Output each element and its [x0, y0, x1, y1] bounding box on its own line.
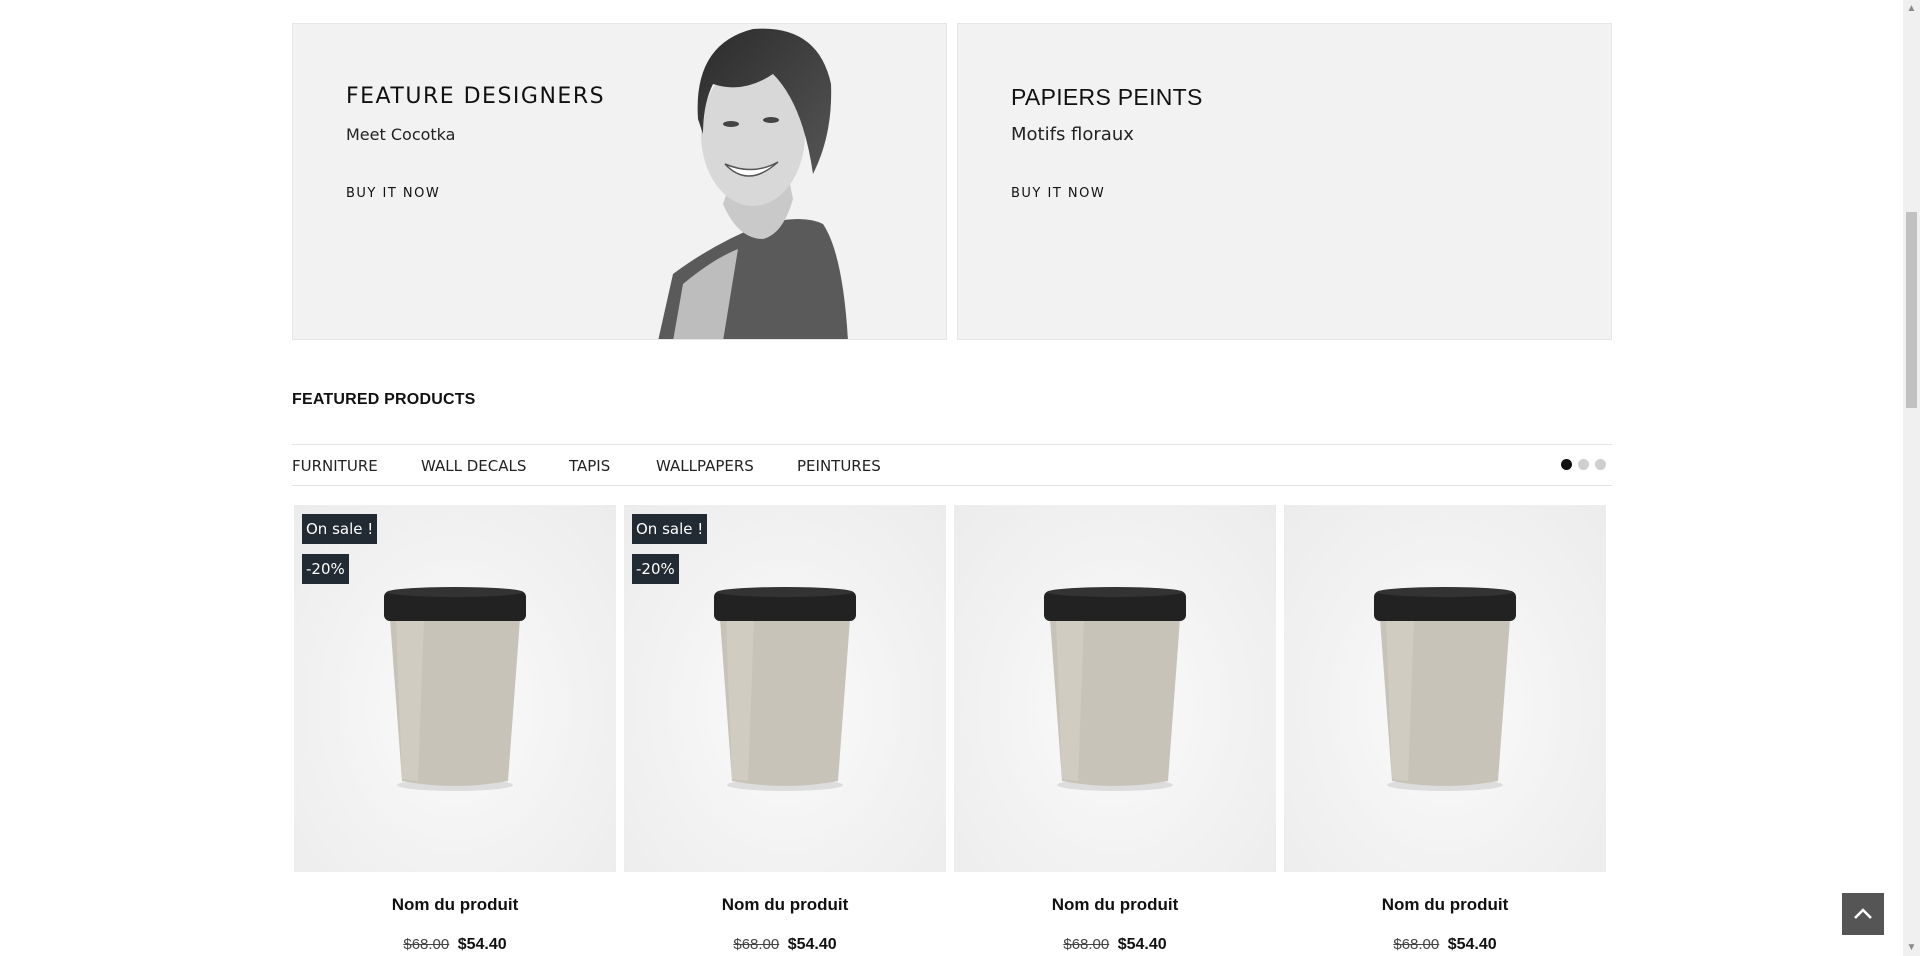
- tab-peintures[interactable]: PEINTURES: [797, 457, 881, 475]
- banner-title: PAPIERS PEINTS: [1011, 84, 1203, 110]
- product-name[interactable]: Nom du produit: [1284, 895, 1606, 915]
- carousel-dot-2[interactable]: [1578, 459, 1589, 470]
- banner-feature-designers[interactable]: FEATURE DESIGNERS Meet Cocotka BUY IT NO…: [292, 23, 947, 340]
- sale-price: $54.40: [457, 936, 507, 953]
- product-category-tabs: FURNITURE WALL DECALS TAPIS WALLPAPERS P…: [292, 444, 1612, 486]
- old-price: $68.00: [403, 936, 450, 953]
- product-image[interactable]: On sale ! -20%: [294, 505, 616, 872]
- tab-tapis[interactable]: TAPIS: [569, 457, 610, 475]
- old-price: $68.00: [1063, 936, 1110, 953]
- buy-it-now-link[interactable]: BUY IT NOW: [1011, 186, 1105, 201]
- banner-papiers-peints[interactable]: PAPIERS PEINTS Motifs floraux BUY IT NOW: [957, 23, 1612, 340]
- banner-subtitle: Motifs floraux: [1011, 124, 1134, 145]
- sale-price: $54.40: [1117, 936, 1167, 953]
- back-to-top-button[interactable]: [1842, 893, 1884, 935]
- product-name[interactable]: Nom du produit: [294, 895, 616, 915]
- product-image[interactable]: [954, 505, 1276, 872]
- chevron-up-icon: [1854, 908, 1872, 919]
- sale-price: $54.40: [1447, 936, 1497, 953]
- banner-section: FEATURE DESIGNERS Meet Cocotka BUY IT NO…: [292, 23, 1612, 340]
- old-price: $68.00: [733, 936, 780, 953]
- carousel-dot-3[interactable]: [1595, 459, 1606, 470]
- page-scrollbar[interactable]: ▲ ▼: [1903, 0, 1920, 956]
- product-card[interactable]: On sale ! -20% Nom du produit $68.00 $54…: [294, 505, 616, 954]
- scroll-up-arrow-icon[interactable]: ▲: [1903, 0, 1920, 17]
- product-image[interactable]: [1284, 505, 1606, 872]
- discount-badge: -20%: [632, 554, 679, 584]
- product-price: $68.00 $54.40: [624, 936, 946, 954]
- product-name[interactable]: Nom du produit: [954, 895, 1276, 915]
- product-price: $68.00 $54.40: [1284, 936, 1606, 954]
- discount-badge: -20%: [302, 554, 349, 584]
- product-card[interactable]: On sale ! -20% Nom du produit $68.00 $54…: [624, 505, 946, 954]
- scrollbar-thumb[interactable]: [1906, 212, 1917, 408]
- tab-wallpapers[interactable]: WALLPAPERS: [656, 457, 754, 475]
- sale-price: $54.40: [787, 936, 837, 953]
- buy-it-now-link[interactable]: BUY IT NOW: [346, 186, 440, 201]
- designer-portrait-image: [658, 28, 848, 339]
- cup-icon: [1374, 587, 1516, 791]
- banner-subtitle: Meet Cocotka: [346, 125, 456, 144]
- tab-wall-decals[interactable]: WALL DECALS: [421, 457, 526, 475]
- cup-icon: [714, 587, 856, 791]
- cup-icon: [1044, 587, 1186, 791]
- product-price: $68.00 $54.40: [294, 936, 616, 954]
- on-sale-badge: On sale !: [632, 514, 708, 544]
- carousel-pagination: [1561, 459, 1606, 470]
- featured-products-title: FEATURED PRODUCTS: [292, 391, 476, 408]
- scroll-down-arrow-icon[interactable]: ▼: [1903, 939, 1920, 956]
- carousel-dot-1[interactable]: [1561, 459, 1572, 470]
- product-card[interactable]: Nom du produit $68.00 $54.40: [1284, 505, 1606, 954]
- banner-title: FEATURE DESIGNERS: [346, 84, 606, 109]
- product-price: $68.00 $54.40: [954, 936, 1276, 954]
- tab-furniture[interactable]: FURNITURE: [292, 457, 378, 475]
- product-name[interactable]: Nom du produit: [624, 895, 946, 915]
- old-price: $68.00: [1393, 936, 1440, 953]
- product-card[interactable]: Nom du produit $68.00 $54.40: [954, 505, 1276, 954]
- product-image[interactable]: On sale ! -20%: [624, 505, 946, 872]
- on-sale-badge: On sale !: [302, 514, 378, 544]
- cup-icon: [384, 587, 526, 791]
